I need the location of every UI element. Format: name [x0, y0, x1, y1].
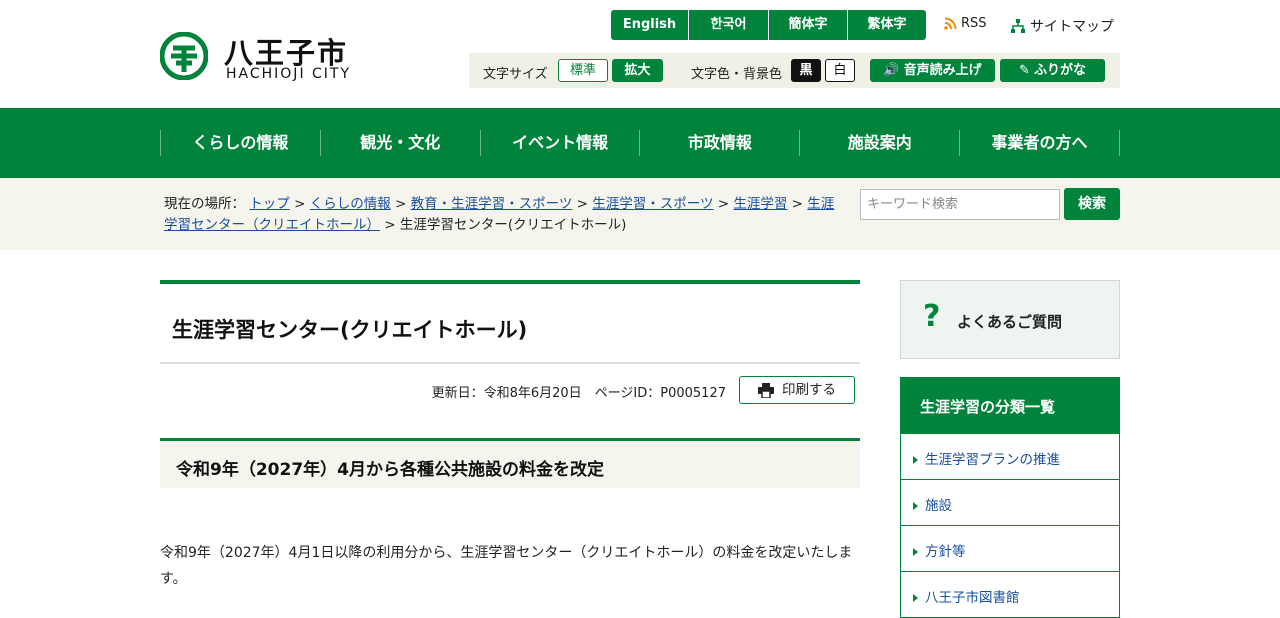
triangle-right-icon — [913, 502, 918, 510]
breadcrumb-current: 生涯学習センター(クリエイトホール) — [399, 217, 627, 233]
sidebar-item-label: 方針等 — [925, 544, 966, 560]
breadcrumb-link-top[interactable]: トップ — [249, 196, 290, 212]
printer-icon — [758, 382, 774, 398]
font-size-label: 文字サイズ — [483, 67, 548, 82]
color-label: 文字色・背景色 — [691, 67, 783, 82]
sitemap-label: サイトマップ — [1030, 19, 1114, 35]
sidebar-item-label: 生涯学習プランの推進 — [925, 452, 1060, 468]
font-standard-button[interactable]: 標準 — [558, 59, 608, 82]
breadcrumb-link-living[interactable]: くらしの情報 — [310, 196, 391, 212]
nav-business[interactable]: 事業者の方へ — [960, 130, 1120, 156]
body-paragraph: 令和9年（2027年）4月1日以降の利用分から、生涯学習センター（クリエイトホー… — [160, 545, 853, 587]
nav-city-government[interactable]: 市政情報 — [640, 130, 801, 156]
pencil-icon: ✎ — [1019, 63, 1030, 78]
sidebar-heading: 生涯学習の分類一覧 — [900, 377, 1120, 434]
print-button[interactable]: 印刷する — [739, 376, 855, 404]
lang-traditional-chinese-button[interactable]: 繁体字 — [848, 10, 926, 40]
sidebar-item-label: 施設 — [925, 498, 952, 514]
search-button[interactable]: 検索 — [1064, 188, 1120, 220]
sidebar-list: 生涯学習プランの推進 施設 方針等 八王子市図書館 — [900, 434, 1120, 618]
speaker-icon: 🔊 — [883, 63, 900, 78]
site-header: 八王子市 HACHIOJI CITY English 한국어 簡体字 繁体字 R… — [0, 0, 1280, 108]
rss-label: RSS — [961, 16, 987, 31]
breadcrumb: 現在の場所： トップ > くらしの情報 > 教育・生涯学習・スポーツ > 生涯学… — [164, 196, 835, 233]
language-switcher: English 한국어 簡体字 繁体字 — [611, 10, 926, 40]
breadcrumb-bar: 現在の場所： トップ > くらしの情報 > 教育・生涯学習・スポーツ > 生涯学… — [0, 178, 1280, 250]
sidebar-item-plan[interactable]: 生涯学習プランの推進 — [901, 434, 1119, 480]
sidebar-item-library[interactable]: 八王子市図書館 — [901, 572, 1119, 618]
section-heading: 令和9年（2027年）4月から各種公共施設の料金を改定 — [160, 438, 860, 488]
city-emblem-icon — [160, 32, 208, 80]
nav-tourism-culture[interactable]: 観光・文化 — [321, 130, 481, 156]
furigana-label: ふりがな — [1033, 63, 1086, 78]
page-title: 生涯学習センター(クリエイトホール) — [160, 280, 860, 364]
logo-text-english: HACHIOJI CITY — [226, 66, 352, 82]
page-meta: 更新日：令和8年6月20日 ページID：P0005127 印刷する — [160, 376, 860, 406]
nav-events[interactable]: イベント情報 — [481, 130, 641, 156]
category-sidebar: 生涯学習の分類一覧 生涯学習プランの推進 施設 方針等 八王子市図書館 — [900, 377, 1120, 618]
sitemap-link[interactable]: サイトマップ — [1010, 16, 1114, 36]
accessibility-toolbar: 文字サイズ 標準 拡大 文字色・背景色 黒 白 🔊 音声読み上げ ✎ ふりがな — [469, 53, 1120, 88]
breadcrumb-link-lifelong-sports[interactable]: 生涯学習・スポーツ — [592, 196, 713, 212]
triangle-right-icon — [913, 594, 918, 602]
lang-english-button[interactable]: English — [611, 10, 689, 40]
lang-korean-button[interactable]: 한국어 — [689, 10, 769, 40]
breadcrumb-link-lifelong[interactable]: 生涯学習 — [733, 196, 787, 212]
nav-living-info[interactable]: くらしの情報 — [161, 130, 321, 156]
furigana-button[interactable]: ✎ ふりがな — [1000, 59, 1105, 82]
read-aloud-button[interactable]: 🔊 音声読み上げ — [870, 59, 995, 82]
sidebar-item-label: 八王子市図書館 — [925, 590, 1020, 606]
read-aloud-label: 音声読み上げ — [903, 63, 982, 78]
site-logo[interactable]: 八王子市 HACHIOJI CITY — [160, 32, 380, 82]
rss-icon — [944, 17, 957, 30]
update-info: 更新日：令和8年6月20日 ページID：P0005127 — [431, 386, 726, 401]
sidebar-item-facilities[interactable]: 施設 — [901, 480, 1119, 526]
lang-simplified-chinese-button[interactable]: 簡体字 — [769, 10, 848, 40]
faq-banner[interactable]: ? よくあるご質問 — [900, 280, 1120, 359]
color-white-button[interactable]: 白 — [825, 59, 855, 82]
main-content: 生涯学習センター(クリエイトホール) 更新日：令和8年6月20日 ページID：P… — [160, 280, 860, 587]
breadcrumb-prefix: 現在の場所： — [164, 196, 245, 212]
sidebar-item-policies[interactable]: 方針等 — [901, 526, 1119, 572]
question-mark-icon: ? — [923, 299, 941, 334]
font-large-button[interactable]: 拡大 — [612, 59, 663, 82]
sitemap-icon — [1011, 19, 1025, 33]
rss-link[interactable]: RSS — [944, 16, 987, 31]
print-label: 印刷する — [782, 382, 836, 398]
triangle-right-icon — [913, 548, 918, 556]
search-input[interactable]: キーワード検索 — [860, 189, 1060, 220]
triangle-right-icon — [913, 456, 918, 464]
breadcrumb-link-education[interactable]: 教育・生涯学習・スポーツ — [411, 196, 573, 212]
nav-facilities[interactable]: 施設案内 — [800, 130, 961, 156]
color-black-button[interactable]: 黒 — [791, 59, 821, 82]
faq-label: よくあるご質問 — [957, 313, 1063, 331]
global-navigation: くらしの情報 観光・文化 イベント情報 市政情報 施設案内 事業者の方へ — [0, 108, 1280, 178]
